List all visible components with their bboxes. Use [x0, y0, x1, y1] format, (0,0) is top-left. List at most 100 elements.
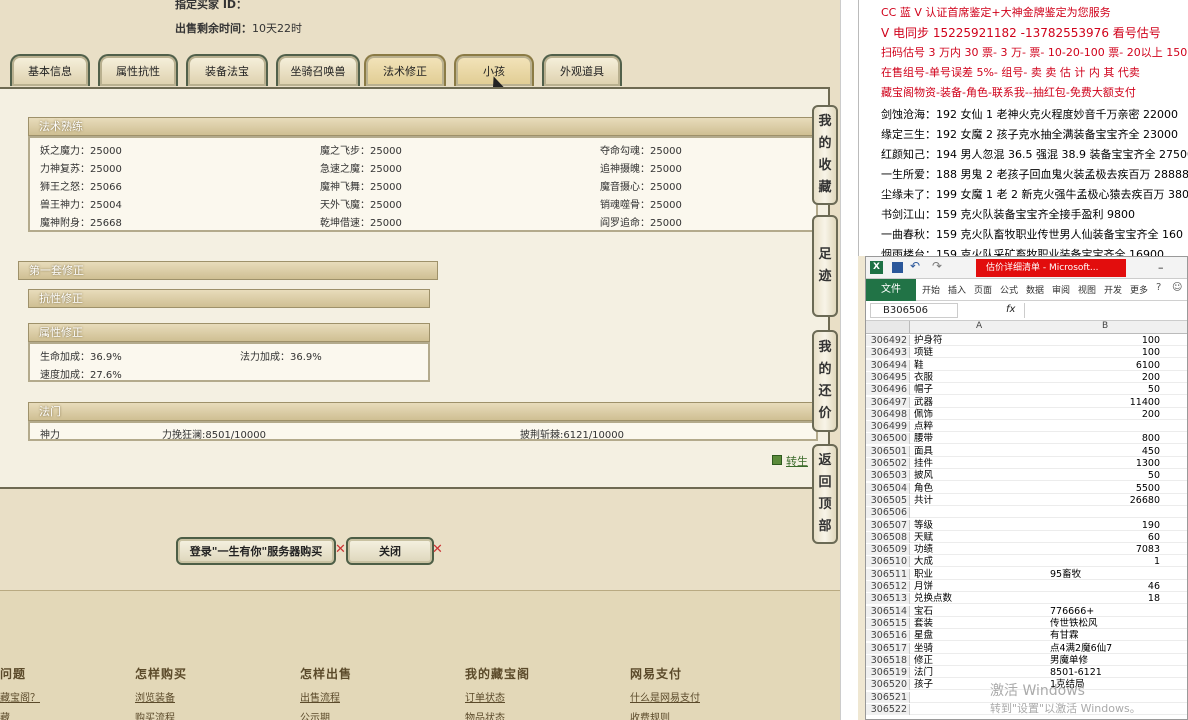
cell-b[interactable]: 18 — [1050, 593, 1160, 604]
sheet-row[interactable]: 306492 护身符 100 — [866, 335, 1187, 346]
row-number[interactable]: 306503 — [866, 470, 910, 482]
cell-b[interactable]: 1 — [1050, 556, 1160, 567]
my-favorites-button[interactable]: 我的收藏 — [812, 105, 838, 205]
footer-link[interactable]: 公示期 — [300, 709, 330, 720]
cell-b[interactable]: 100 — [1050, 347, 1160, 358]
cell-a[interactable]: 修正 — [914, 655, 933, 666]
sheet-row[interactable]: 306514 宝石 776666+ — [866, 605, 1187, 617]
cell-a[interactable]: 武器 — [914, 397, 933, 408]
fx-icon[interactable]: fx — [1006, 304, 1015, 315]
row-number[interactable]: 306499 — [866, 421, 910, 433]
cell-b[interactable]: 有甘霖 — [1050, 630, 1160, 641]
row-number[interactable]: 306521 — [866, 691, 910, 703]
tab-equip[interactable]: 装备法宝 — [186, 54, 268, 86]
sheet-row[interactable]: 306500 腰带 800 — [866, 433, 1187, 445]
footer-link[interactable]: 浏览装备 — [135, 689, 175, 704]
cell-a[interactable]: 宝石 — [914, 606, 933, 617]
row-number[interactable]: 306497 — [866, 396, 910, 408]
cell-b[interactable]: 男魔单修 — [1050, 655, 1160, 666]
row-number[interactable]: 306509 — [866, 544, 910, 556]
sheet-row[interactable]: 306504 角色 5500 — [866, 482, 1187, 494]
cell-a[interactable]: 月饼 — [914, 581, 933, 592]
cell-a[interactable]: 共计 — [914, 495, 933, 506]
cell-a[interactable]: 腰带 — [914, 433, 933, 444]
cell-b[interactable]: 200 — [1050, 409, 1160, 420]
cell-b[interactable]: 点4满2魔6仙7 — [1050, 643, 1160, 654]
footer-link[interactable]: 藏宝阁？ — [0, 689, 40, 704]
sheet-row[interactable]: 306499 点粹 — [866, 421, 1187, 433]
row-number[interactable]: 306522 — [866, 704, 910, 715]
row-number[interactable]: 306511 — [866, 568, 910, 580]
footer-link[interactable]: 什么是网易支付 — [630, 689, 700, 704]
sheet-row[interactable]: 306498 佩饰 200 — [866, 408, 1187, 420]
cell-a[interactable]: 护身符 — [914, 335, 943, 346]
col-a-header[interactable]: A — [976, 321, 982, 331]
footer-link[interactable]: 出售流程 — [300, 689, 340, 704]
row-number[interactable]: 306505 — [866, 494, 910, 506]
col-b-header[interactable]: B — [1102, 321, 1108, 331]
cell-a[interactable]: 帽子 — [914, 384, 933, 395]
ribbon-tab[interactable]: 数据 — [1026, 283, 1044, 296]
ribbon-tab[interactable]: 更多 — [1130, 283, 1148, 296]
tab-basic-info[interactable]: 基本信息 — [10, 54, 90, 86]
ribbon-tab[interactable]: 视图 — [1078, 283, 1096, 296]
sheet-row[interactable]: 306494 鞋 6100 — [866, 359, 1187, 371]
sheet-row[interactable]: 306493 项链 100 — [866, 347, 1187, 359]
row-number[interactable]: 306506 — [866, 507, 910, 519]
sheet-row[interactable]: 306511 职业 95畜牧 — [866, 568, 1187, 580]
ribbon-tab[interactable]: 公式 — [1000, 283, 1018, 296]
cell-b[interactable]: 1300 — [1050, 458, 1160, 469]
cell-b[interactable]: 5500 — [1050, 483, 1160, 494]
cell-a[interactable]: 星盘 — [914, 630, 933, 641]
sheet-row[interactable]: 306515 套装 传世铁松风 — [866, 617, 1187, 629]
ribbon-tab[interactable]: 开发 — [1104, 283, 1122, 296]
row-number[interactable]: 306507 — [866, 519, 910, 531]
sheet-row[interactable]: 306507 等级 190 — [866, 519, 1187, 531]
my-offer-button[interactable]: 我的还价 — [812, 330, 838, 432]
sheet-row[interactable]: 306519 法门 8501-6121 — [866, 667, 1187, 679]
cell-a[interactable]: 衣服 — [914, 372, 933, 383]
row-number[interactable]: 306516 — [866, 630, 910, 642]
sheet-row[interactable]: 306510 大成 1 — [866, 556, 1187, 568]
cell-a[interactable]: 法门 — [914, 667, 933, 678]
close-button[interactable]: 关闭 — [346, 537, 434, 565]
sheet-row[interactable]: 306505 共计 26680 — [866, 494, 1187, 506]
ribbon-tab[interactable]: 审阅 — [1052, 283, 1070, 296]
row-number[interactable]: 306519 — [866, 667, 910, 679]
minimize-icon[interactable]: – — [1158, 261, 1164, 274]
help-icon[interactable]: ? — [1156, 282, 1161, 293]
sheet-row[interactable]: 306502 挂件 1300 — [866, 458, 1187, 469]
cell-a[interactable]: 鞋 — [914, 360, 924, 371]
cell-b[interactable]: 50 — [1050, 470, 1160, 481]
row-number[interactable]: 306496 — [866, 384, 910, 396]
row-number[interactable]: 306493 — [866, 347, 910, 359]
row-number[interactable]: 306512 — [866, 581, 910, 592]
cell-a[interactable]: 披风 — [914, 470, 933, 481]
cell-a[interactable]: 坐骑 — [914, 643, 933, 654]
row-number[interactable]: 306502 — [866, 458, 910, 469]
cell-a[interactable]: 角色 — [914, 483, 933, 494]
cell-b[interactable]: 26680 — [1050, 495, 1160, 506]
corner-cell[interactable] — [866, 321, 910, 333]
footer-link[interactable]: 藏 — [0, 709, 10, 720]
footer-link[interactable]: 订单状态 — [465, 689, 505, 704]
cell-a[interactable]: 职业 — [914, 569, 933, 580]
cell-b[interactable]: 200 — [1050, 372, 1160, 383]
cell-a[interactable]: 点粹 — [914, 421, 933, 432]
cell-b[interactable]: 800 — [1050, 433, 1160, 444]
cell-a[interactable]: 套装 — [914, 618, 933, 629]
cell-b[interactable]: 450 — [1050, 446, 1160, 457]
ribbon-tab[interactable]: 插入 — [948, 283, 966, 296]
footprint-button[interactable]: 足迹 — [812, 215, 838, 317]
sheet-row[interactable]: 306517 坐骑 点4满2魔6仙7 — [866, 642, 1187, 654]
row-number[interactable]: 306504 — [866, 482, 910, 494]
row-number[interactable]: 306495 — [866, 371, 910, 383]
file-tab[interactable]: 文件 — [866, 279, 916, 301]
sheet-row[interactable]: 306513 兑换点数 18 — [866, 593, 1187, 605]
cell-b[interactable]: 95畜牧 — [1050, 569, 1160, 580]
row-number[interactable]: 306517 — [866, 642, 910, 654]
scrollbar[interactable] — [840, 0, 858, 720]
cell-a[interactable]: 等级 — [914, 520, 933, 531]
smiley-icon[interactable]: ☺ — [1172, 282, 1182, 293]
row-number[interactable]: 306513 — [866, 593, 910, 605]
